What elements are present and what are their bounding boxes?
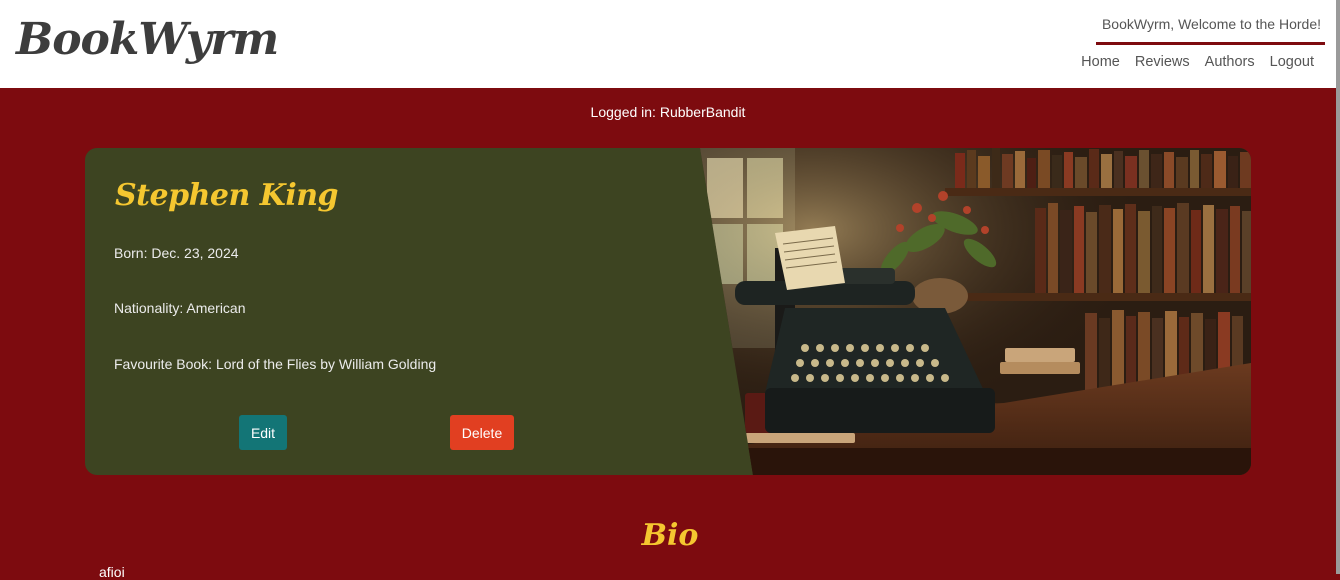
- nav-links: Home Reviews Authors Logout: [1081, 54, 1314, 70]
- bio-heading: Bio: [641, 518, 699, 553]
- edit-button[interactable]: Edit: [239, 415, 287, 450]
- welcome-underline: [1096, 42, 1325, 45]
- author-born: Born: Dec. 23, 2024: [114, 245, 239, 261]
- logged-in-status: Logged in: RubberBandit: [590, 104, 746, 120]
- top-navbar: BookWyrm BookWyrm, Welcome to the Horde!…: [0, 0, 1336, 88]
- nav-reviews-link[interactable]: Reviews: [1135, 54, 1190, 70]
- nav-logout-link[interactable]: Logout: [1270, 54, 1314, 70]
- author-card: Stephen King Born: Dec. 23, 2024 Nationa…: [85, 148, 1251, 475]
- author-name: Stephen King: [115, 178, 339, 213]
- author-nationality: Nationality: American: [114, 300, 246, 316]
- nav-authors-link[interactable]: Authors: [1205, 54, 1255, 70]
- delete-button[interactable]: Delete: [450, 415, 514, 450]
- author-favourite-book: Favourite Book: Lord of the Flies by Wil…: [114, 356, 437, 372]
- brand-logo[interactable]: BookWyrm: [16, 14, 279, 65]
- nav-home-link[interactable]: Home: [1081, 54, 1120, 70]
- window-edge: [1336, 0, 1340, 574]
- welcome-message: BookWyrm, Welcome to the Horde!: [1101, 16, 1321, 32]
- bio-text: afioi: [99, 564, 125, 580]
